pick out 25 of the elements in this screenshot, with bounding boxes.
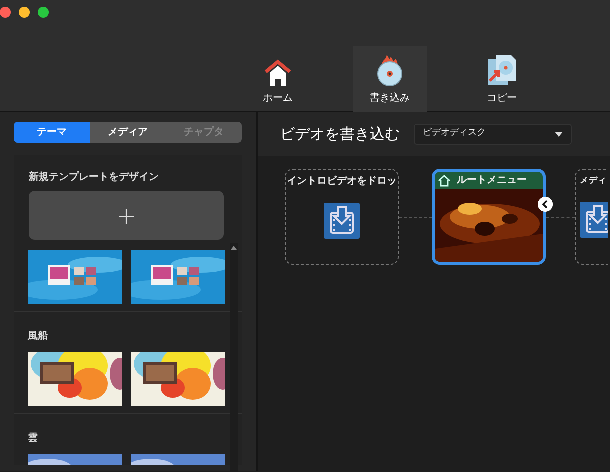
home-icon (263, 59, 293, 87)
collapse-button[interactable] (538, 197, 553, 212)
menu-node-title: ルートメニュー (457, 174, 527, 188)
disc-type-dropdown[interactable]: ビデオディスク (414, 124, 572, 144)
section-label: 新規テンプレートをデザイン (29, 170, 159, 185)
film-import-icon (324, 203, 360, 239)
drop-zone-label: メディ (580, 175, 607, 188)
window-control-button[interactable] (19, 7, 30, 18)
segment-tab[interactable]: メディア (90, 122, 166, 143)
film-import-icon (580, 202, 608, 238)
segment-tab[interactable]: テーマ (14, 122, 90, 143)
caret-icon (555, 132, 563, 136)
home-icon (438, 174, 451, 186)
menu-node[interactable]: ルートメニュー (432, 169, 546, 265)
group-label: 風船 (28, 330, 48, 344)
window-control-button[interactable] (0, 7, 11, 18)
copy-disc-icon (486, 53, 518, 87)
toolbar-tab[interactable]: 書き込み (353, 46, 427, 112)
add-template-button[interactable]: + (29, 191, 224, 240)
toolbar-tab[interactable]: コピー (465, 46, 539, 112)
drop-zone-label: イントロビデオをドロッ (287, 174, 397, 189)
window-control-button[interactable] (38, 7, 49, 18)
toolbar-tab[interactable]: ホーム (241, 46, 315, 112)
group-label: 雲 (28, 432, 38, 446)
page-title: ビデオを書き込む (280, 124, 400, 145)
